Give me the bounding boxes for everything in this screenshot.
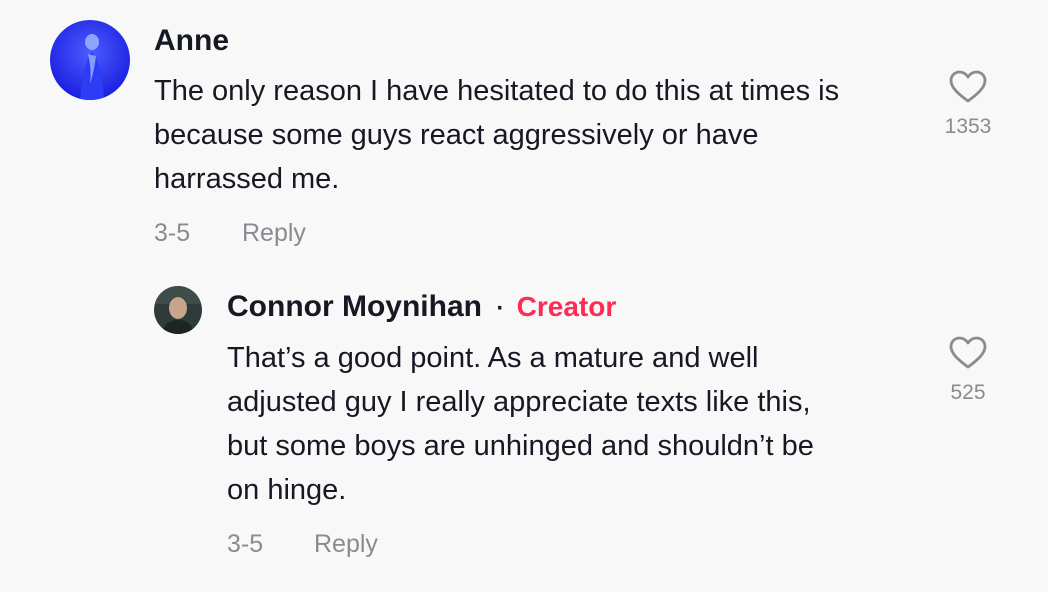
comment-text-line: The only reason I have hesitated to do t… xyxy=(154,75,840,107)
avatar-image xyxy=(154,286,202,334)
reply-button[interactable]: Reply xyxy=(242,219,306,248)
reply-author[interactable]: Connor Moynihan xyxy=(227,290,482,323)
reply-author-row: Connor Moynihan · Creator xyxy=(227,290,616,324)
comment-date: 3-5 xyxy=(154,219,191,247)
comment-text: The only reason I have hesitated to do t… xyxy=(154,69,924,201)
separator-dot: · xyxy=(496,295,505,322)
reply-date: 3-5 xyxy=(227,530,264,558)
like-button[interactable]: 525 xyxy=(938,336,998,405)
creator-badge: Creator xyxy=(516,291,617,322)
comment-author[interactable]: Anne xyxy=(154,24,229,58)
heart-icon xyxy=(949,336,987,369)
avatar[interactable] xyxy=(154,286,202,334)
like-count: 525 xyxy=(950,381,986,404)
heart-icon xyxy=(949,70,987,103)
comment-text-line: harrassed me. xyxy=(154,163,340,195)
reply-text-line: on hinge. xyxy=(227,474,347,506)
reply-text: That’s a good point. As a mature and wel… xyxy=(227,336,927,512)
like-button[interactable]: 1353 xyxy=(938,70,998,139)
avatar[interactable] xyxy=(50,20,130,100)
comment-text-line: because some guys react aggressively or … xyxy=(154,119,759,151)
reply-text-line: That’s a good point. As a mature and wel… xyxy=(227,342,759,374)
like-count: 1353 xyxy=(944,115,992,138)
avatar-image xyxy=(50,20,130,100)
comment-item: Anne The only reason I have hesitated to… xyxy=(0,0,1048,270)
reply-item: Connor Moynihan · Creator That’s a good … xyxy=(0,270,1048,592)
reply-text-line: but some boys are unhinged and shouldn’t… xyxy=(227,430,814,462)
reply-button[interactable]: Reply xyxy=(314,530,378,559)
reply-text-line: adjusted guy I really appreciate texts l… xyxy=(227,386,811,418)
